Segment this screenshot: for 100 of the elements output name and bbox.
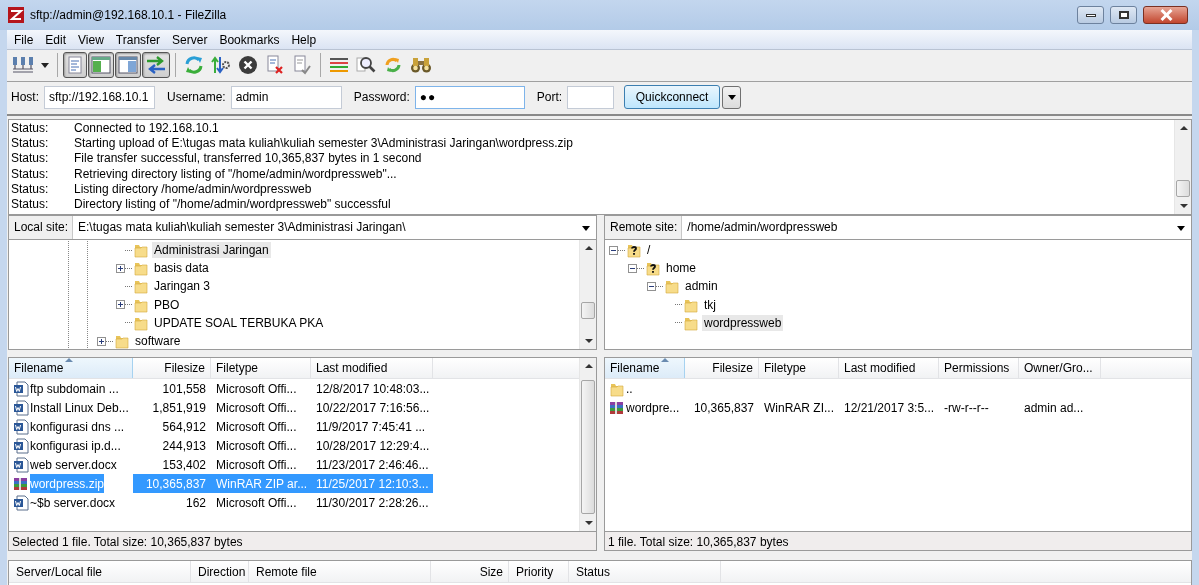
table-cell-text: Microsoft Offi... xyxy=(215,494,298,512)
log-label: Status: xyxy=(11,121,50,137)
log-message: Retrieving directory listing of "/home/admin/wordpressweb"... xyxy=(74,166,397,182)
column-header[interactable]: Status xyxy=(569,561,721,582)
minimize-button[interactable] xyxy=(1077,6,1104,24)
column-header[interactable]: Remote file xyxy=(249,561,431,582)
path-combobox[interactable]: /home/admin/wordpressweb xyxy=(682,216,1191,239)
table-cell-text: 10/22/2017 7:16:56... xyxy=(315,399,431,417)
local-tree-toggle[interactable] xyxy=(88,52,114,78)
maximize-button[interactable] xyxy=(1110,6,1137,24)
table-cell-text: 10,365,837 xyxy=(692,399,755,417)
column-header[interactable]: Filename xyxy=(605,358,685,378)
menu-item[interactable]: Server xyxy=(166,32,214,47)
scrollbar[interactable] xyxy=(579,240,596,349)
tree-item[interactable]: software xyxy=(133,333,183,349)
app-icon xyxy=(8,7,24,23)
question-folder-icon xyxy=(626,242,642,259)
column-header[interactable]: Server/Local file xyxy=(9,561,191,582)
file-row[interactable]: Install Linux Deb... 1,851,919 Microsoft Offi... 10/22/2017 7:16:56... xyxy=(9,398,579,417)
table-cell-text: 12/21/2017 3:5... xyxy=(843,399,936,417)
log-label: Status: xyxy=(11,181,50,197)
document-lines-icon xyxy=(67,56,83,74)
tree-item[interactable]: Administrasi Jaringan xyxy=(152,242,271,259)
column-header[interactable]: Last modified xyxy=(839,358,939,378)
column-header[interactable]: Owner/Gro... xyxy=(1019,358,1101,378)
expand-icon[interactable] xyxy=(97,336,106,346)
field-label: Host: xyxy=(11,90,39,104)
dropdown-button[interactable] xyxy=(722,85,742,109)
column-header[interactable]: Filesize xyxy=(133,358,211,378)
right-panel-layout-icon xyxy=(118,56,138,74)
close-button[interactable] xyxy=(1143,6,1188,24)
scrollbar[interactable] xyxy=(579,358,596,531)
collapse-icon[interactable] xyxy=(628,263,637,273)
column-header[interactable]: Size xyxy=(431,561,509,582)
file-row[interactable]: konfigurasi dns ... 564,912 Microsoft Offi... 11/9/2017 7:45:41 ... xyxy=(9,417,579,436)
file-row[interactable]: ftp subdomain ... 101,558 Microsoft Offi... 12/8/2017 10:48:03... xyxy=(9,379,579,398)
log-label: Status: xyxy=(11,166,50,182)
word-document-icon xyxy=(13,399,29,416)
file-row[interactable]: .. xyxy=(605,379,1191,398)
tree-item[interactable]: PBO xyxy=(152,296,182,313)
column-header[interactable]: Filetype xyxy=(211,358,311,378)
field-label: Password: xyxy=(353,90,410,104)
magnifier-icon xyxy=(356,55,376,75)
caret-icon xyxy=(41,62,49,68)
tree-item[interactable]: basis data xyxy=(152,260,211,277)
tree-item[interactable]: home xyxy=(664,260,699,277)
column-header[interactable]: Direction xyxy=(191,561,249,582)
file-name: ftp subdomain ... xyxy=(30,380,119,398)
file-name: ~$b server.docx xyxy=(30,494,116,512)
tree-item[interactable]: / xyxy=(645,242,653,259)
file-name: .. xyxy=(626,380,633,398)
expand-icon[interactable] xyxy=(116,300,125,310)
host-field[interactable]: sftp://192.168.10.1 xyxy=(44,85,155,109)
table-cell-text: 11/30/2017 2:28:26... xyxy=(315,494,430,512)
table-cell-text: Microsoft Offi... xyxy=(215,418,298,436)
table-cell-text: Microsoft Offi... xyxy=(215,456,298,474)
column-header[interactable]: Permissions xyxy=(939,358,1019,378)
file-row[interactable]: ~$b server.docx 162 Microsoft Offi... 11/30/2017 2:28:26... xyxy=(9,493,579,512)
tree-item[interactable]: wordpressweb xyxy=(702,314,784,331)
scrollbar[interactable] xyxy=(1174,120,1191,214)
log-message: Connected to 192.168.10.1 xyxy=(74,121,219,137)
password-field[interactable]: ●● xyxy=(414,85,525,109)
menu-item[interactable]: Bookmarks xyxy=(213,32,286,47)
menu-item[interactable]: Help xyxy=(285,32,323,47)
tree-item[interactable]: Jaringan 3 xyxy=(152,278,213,295)
message-log-toggle[interactable] xyxy=(63,52,87,78)
remote-tree-toggle[interactable] xyxy=(115,52,141,78)
quickconnect-button[interactable]: Quickconnect xyxy=(624,85,721,109)
expand-icon[interactable] xyxy=(116,263,125,273)
column-header[interactable]: Filetype xyxy=(759,358,839,378)
server-grid-icon xyxy=(12,55,34,75)
file-name: web server.docx xyxy=(30,456,117,474)
document-x-icon xyxy=(265,55,285,75)
tree-item[interactable]: tkj xyxy=(702,296,718,313)
file-row[interactable]: web server.docx 153,402 Microsoft Offi... 11/23/2017 2:46:46... xyxy=(9,455,579,474)
menu-item[interactable]: View xyxy=(72,32,110,47)
table-cell-text: 11/9/2017 7:45:41 ... xyxy=(315,418,427,436)
question-folder-icon xyxy=(645,260,661,277)
column-header[interactable]: Filename xyxy=(9,358,133,378)
menu-item[interactable]: File xyxy=(8,32,40,47)
column-header[interactable]: Priority xyxy=(509,561,569,582)
file-row[interactable]: konfigurasi ip.d... 244,913 Microsoft Offi... 10/28/2017 12:29:4... xyxy=(9,436,579,455)
username-field[interactable]: admin xyxy=(230,85,342,109)
collapse-icon[interactable] xyxy=(647,281,656,291)
status-bar: Selected 1 file. Total size: 10,365,837 bytes xyxy=(8,532,597,551)
tree-item[interactable]: admin xyxy=(683,278,720,295)
collapse-icon[interactable] xyxy=(609,245,618,255)
file-row[interactable]: wordpre... 10,365,837 WinRAR ZI... 12/21/2017 3:5... -rw-r--r-- admin ad... xyxy=(605,398,1191,417)
folder-icon xyxy=(133,260,149,277)
column-header[interactable]: Last modified xyxy=(311,358,433,378)
table-cell-text: 564,912 xyxy=(161,418,207,436)
tree-item[interactable]: UPDATE SOAL TERBUKA PKA xyxy=(152,314,326,331)
transfer-queue-toggle[interactable] xyxy=(142,52,170,78)
column-header[interactable]: Filesize xyxy=(685,358,759,378)
table-cell-text: 10/28/2017 12:29:4... xyxy=(315,437,431,455)
path-combobox[interactable]: E:\tugas mata kuliah\kuliah semester 3\Administrasi Jaringan\ xyxy=(73,216,596,239)
menu-item[interactable]: Edit xyxy=(39,32,73,47)
search-icon xyxy=(410,56,432,74)
menu-item[interactable]: Transfer xyxy=(109,32,167,47)
port-field[interactable] xyxy=(567,85,615,109)
